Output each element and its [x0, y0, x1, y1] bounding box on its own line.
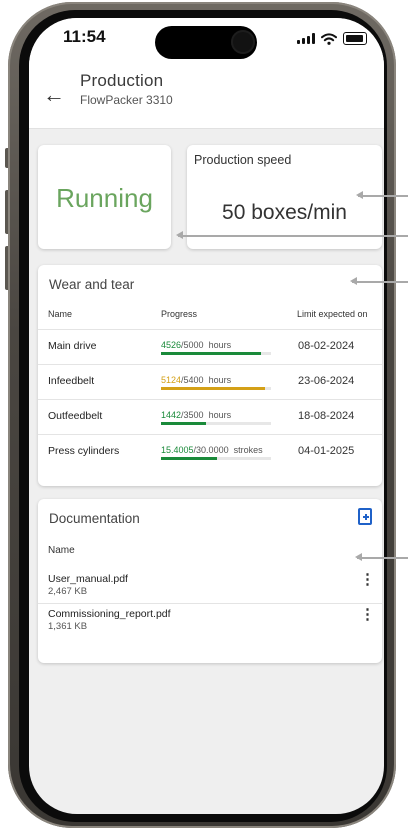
speed-label: Production speed	[194, 153, 292, 167]
progress-text: 15.4005/30.0000 strokes	[161, 445, 263, 455]
add-document-icon[interactable]	[358, 508, 372, 525]
column-header-name: Name	[48, 545, 75, 556]
wear-and-tear-card: Wear and tear Name Progress Limit expect…	[38, 265, 382, 486]
limit-date: 04-01-2025	[298, 445, 355, 457]
callout-arrow-wear	[350, 277, 408, 285]
status-time: 11:54	[63, 27, 106, 46]
phone-screen: 11:54 ← Production FlowPacker 3310 Runni…	[29, 18, 384, 814]
file-name: Commissioning_report.pdf	[48, 608, 171, 620]
stage: 11:54 ← Production FlowPacker 3310 Runni…	[0, 0, 408, 834]
table-row[interactable]: Infeedbelt 5124/5400 hours 23-06-2024	[38, 364, 382, 400]
limit-date: 08-02-2024	[298, 340, 355, 352]
more-options-icon[interactable]: ⋮	[360, 572, 375, 587]
progress-total: /5000	[181, 340, 204, 350]
table-row[interactable]: Main drive 4526/5000 hours 08-02-2024	[38, 329, 382, 365]
progress-bar	[161, 387, 271, 390]
cellular-signal-icon	[297, 33, 315, 44]
app-bar: ← Production FlowPacker 3310	[29, 68, 384, 129]
progress-bar	[161, 352, 271, 355]
progress-unit: strokes	[233, 445, 263, 455]
documentation-card: Documentation Name User_manual.pdf 2,467…	[38, 499, 382, 663]
progress-text: 4526/5000 hours	[161, 340, 231, 350]
wifi-icon	[321, 32, 337, 45]
limit-date: 18-08-2024	[298, 410, 355, 422]
page-title: Production	[80, 71, 164, 90]
progress-fill	[161, 457, 218, 460]
table-row[interactable]: Press cylinders 15.4005/30.0000 strokes …	[38, 434, 382, 470]
progress-fill	[161, 387, 266, 390]
docs-card-title: Documentation	[49, 511, 140, 526]
speed-value: 50 boxes/min	[222, 201, 347, 224]
column-header-progress: Progress	[161, 309, 198, 319]
progress-text: 1442/3500 hours	[161, 410, 231, 420]
progress-total: /5400	[181, 375, 204, 385]
more-options-icon[interactable]: ⋮	[360, 607, 375, 622]
file-size: 1,361 KB	[48, 621, 88, 632]
battery-icon	[343, 32, 367, 45]
progress-current: 5124	[161, 375, 182, 385]
arrow-back-icon[interactable]: ←	[43, 82, 65, 108]
progress-current: 15.4005	[161, 445, 194, 455]
callout-arrow-status	[176, 231, 408, 239]
progress-bar	[161, 422, 271, 425]
file-size: 2,467 KB	[48, 586, 88, 597]
component-name: Main drive	[48, 340, 97, 352]
progress-unit: hours	[208, 410, 232, 420]
column-header-limit: Limit expected on	[297, 309, 368, 319]
production-speed-card: Production speed 50 boxes/min	[187, 145, 382, 249]
status-icons	[297, 32, 367, 45]
callout-arrow-docs	[355, 553, 408, 561]
list-item[interactable]: User_manual.pdf 2,467 KB ⋮	[38, 569, 382, 603]
progress-fill	[161, 422, 207, 425]
progress-current: 4526	[161, 340, 182, 350]
machine-status: Running	[56, 183, 153, 213]
status-bar: 11:54	[29, 18, 384, 68]
progress-total: /3500	[181, 410, 204, 420]
component-name: Outfeedbelt	[48, 410, 103, 422]
machine-status-card: Running	[38, 145, 171, 249]
progress-current: 1442	[161, 410, 182, 420]
dynamic-island	[155, 26, 257, 59]
page-subtitle: FlowPacker 3310	[80, 93, 173, 107]
column-header-name: Name	[48, 309, 73, 319]
progress-bar	[161, 457, 271, 460]
progress-fill	[161, 352, 261, 355]
progress-unit: hours	[208, 340, 232, 350]
component-name: Infeedbelt	[48, 375, 95, 387]
component-name: Press cylinders	[48, 445, 120, 457]
progress-unit: hours	[208, 375, 232, 385]
table-row[interactable]: Outfeedbelt 1442/3500 hours 18-08-2024	[38, 399, 382, 435]
list-item[interactable]: Commissioning_report.pdf 1,361 KB ⋮	[38, 604, 382, 638]
wear-card-title: Wear and tear	[49, 277, 135, 292]
file-name: User_manual.pdf	[48, 573, 128, 585]
limit-date: 23-06-2024	[298, 375, 355, 387]
camera-icon	[231, 30, 255, 54]
progress-total: /30.0000	[193, 445, 229, 455]
progress-text: 5124/5400 hours	[161, 375, 231, 385]
callout-arrow-speed	[356, 191, 408, 199]
